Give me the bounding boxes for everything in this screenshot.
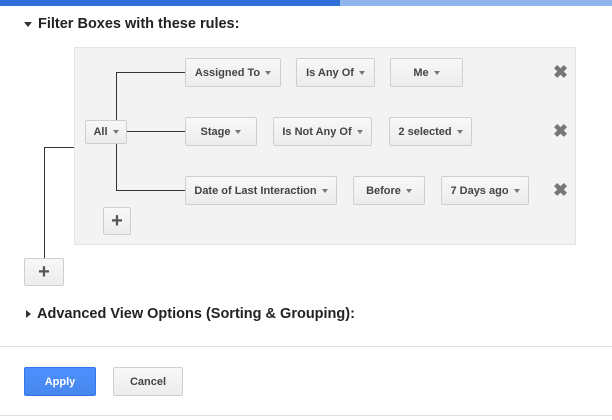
- rule-1-field-dropdown[interactable]: Assigned To: [185, 58, 281, 87]
- cancel-button[interactable]: Cancel: [113, 367, 183, 396]
- rule-2-value-dropdown[interactable]: 2 selected: [389, 117, 472, 146]
- rule-2-remove-button[interactable]: ✖: [553, 121, 569, 141]
- top-accent-bar-light: [340, 0, 612, 6]
- plus-icon: +: [111, 209, 123, 232]
- close-icon: ✖: [553, 121, 569, 141]
- add-group-button[interactable]: +: [24, 258, 64, 286]
- tree-connector-rule-3: [116, 190, 185, 191]
- chevron-down-icon: [405, 188, 412, 193]
- rule-3-remove-button[interactable]: ✖: [553, 180, 569, 200]
- combinator-dropdown[interactable]: All: [85, 120, 127, 144]
- rule-3-operator-label: Before: [366, 184, 401, 197]
- rule-2-operator-dropdown[interactable]: Is Not Any Of: [273, 117, 372, 146]
- outer-connector-vertical: [44, 147, 45, 258]
- rule-3-value-label: 7 Days ago: [450, 184, 509, 197]
- filter-section-toggle[interactable]: Filter Boxes with these rules:: [24, 16, 239, 32]
- caret-right-icon: [26, 310, 31, 318]
- bottom-divider: [0, 415, 612, 416]
- rule-2-operator-label: Is Not Any Of: [282, 125, 352, 138]
- chevron-down-icon: [358, 70, 365, 75]
- chevron-down-icon: [235, 129, 242, 134]
- rule-2-field-label: Stage: [200, 125, 231, 138]
- rule-3-field-dropdown[interactable]: Date of Last Interaction: [185, 176, 337, 205]
- apply-button[interactable]: Apply: [24, 367, 96, 396]
- rule-3-field-label: Date of Last Interaction: [194, 184, 317, 197]
- rule-3-operator-dropdown[interactable]: Before: [353, 176, 425, 205]
- rule-1-operator-dropdown[interactable]: Is Any Of: [296, 58, 375, 87]
- cancel-button-label: Cancel: [129, 375, 167, 388]
- chevron-down-icon: [513, 188, 520, 193]
- tree-connector-rule-2: [127, 131, 185, 132]
- chevron-down-icon: [265, 70, 272, 75]
- chevron-down-icon: [321, 188, 328, 193]
- close-icon: ✖: [553, 180, 569, 200]
- plus-icon: +: [38, 260, 50, 283]
- rule-1-value-label: Me: [413, 66, 429, 79]
- rule-2-field-dropdown[interactable]: Stage: [185, 117, 257, 146]
- chevron-down-icon: [456, 129, 463, 134]
- outer-connector-horizontal: [44, 147, 74, 148]
- close-icon: ✖: [553, 62, 569, 82]
- rule-1-operator-label: Is Any Of: [306, 66, 354, 79]
- chevron-down-icon: [112, 130, 119, 134]
- rule-2-value-label: 2 selected: [398, 125, 452, 138]
- advanced-section-toggle[interactable]: Advanced View Options (Sorting & Groupin…: [26, 306, 355, 322]
- rule-1-field-label: Assigned To: [194, 66, 261, 79]
- rule-1-value-dropdown[interactable]: Me: [390, 58, 463, 87]
- rule-1-remove-button[interactable]: ✖: [553, 62, 569, 82]
- add-rule-button[interactable]: +: [103, 207, 131, 235]
- advanced-section-title: Advanced View Options (Sorting & Groupin…: [37, 306, 355, 322]
- tree-connector-rule-1: [116, 72, 185, 73]
- apply-button-label: Apply: [44, 375, 76, 388]
- filter-section-title: Filter Boxes with these rules:: [38, 16, 240, 32]
- chevron-down-icon: [356, 129, 363, 134]
- chevron-down-icon: [433, 70, 440, 75]
- combinator-label: All: [93, 126, 108, 138]
- caret-down-icon: [24, 21, 32, 27]
- rule-3-value-dropdown[interactable]: 7 Days ago: [441, 176, 529, 205]
